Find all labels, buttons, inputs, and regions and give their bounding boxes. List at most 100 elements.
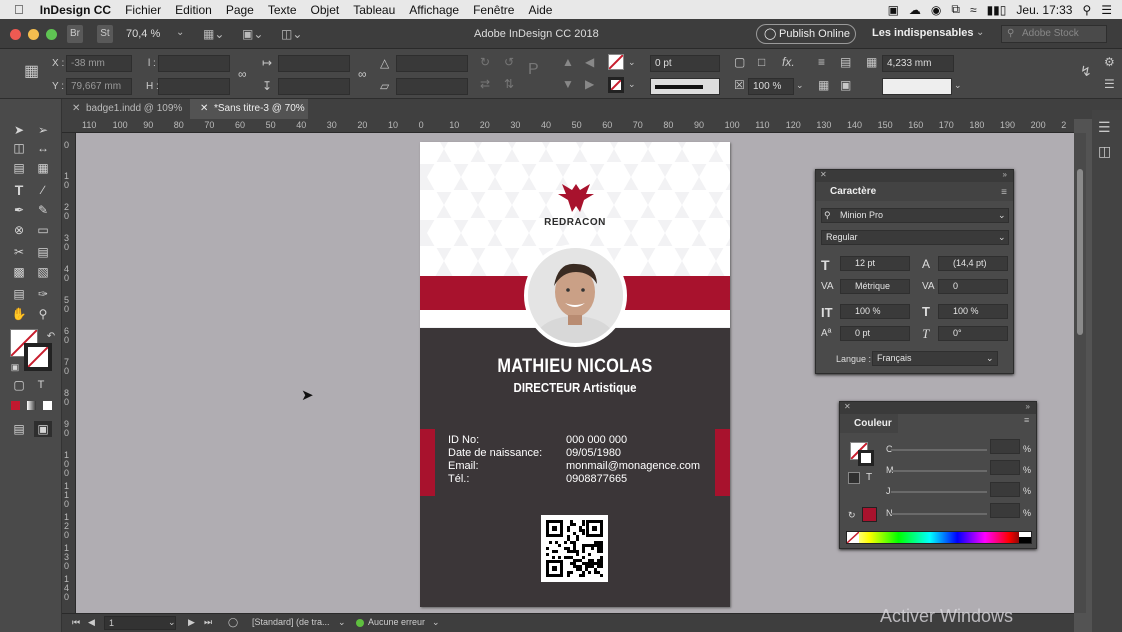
panel-menu-icon[interactable]: ≡ [1001, 183, 1007, 202]
font-family-field[interactable]: Minion Pro [821, 208, 1009, 223]
last-color-icon[interactable]: ↻ [848, 510, 856, 521]
preview-mode-icon[interactable]: ▣ [34, 421, 52, 437]
constrain-scale-icon[interactable]: ∞ [358, 67, 367, 81]
free-transform-tool-icon[interactable]: ▤ [34, 244, 52, 260]
view-options-icon[interactable]: ▣⌄ [242, 27, 263, 41]
shear-field[interactable] [396, 78, 468, 95]
close-window-button[interactable] [10, 29, 21, 40]
menu-app-name[interactable]: InDesign CC [40, 3, 111, 17]
tracking-field[interactable]: 0 [938, 279, 1008, 294]
screen-mode-icon[interactable]: ▦⌄ [203, 27, 224, 41]
flip-v-icon[interactable]: ⇅ [504, 77, 514, 91]
first-page-icon[interactable]: ⏮ [72, 617, 80, 628]
menu-aide[interactable]: Aide [528, 3, 552, 17]
leading-field[interactable]: (14,4 pt) [938, 256, 1008, 271]
scale-x-field[interactable] [278, 55, 350, 72]
gear-icon[interactable]: ⚙ [1104, 55, 1115, 69]
menu-list-icon[interactable]: ☰ [1101, 3, 1112, 17]
shear-icon[interactable]: ▱ [380, 79, 389, 93]
notification-icon[interactable]: ⧉ [951, 2, 960, 17]
gutter-icon[interactable]: ▦ [866, 55, 877, 69]
badge-page[interactable]: REDRACON MATHIEU NICOLAS DIRECTEUR Artis… [420, 142, 730, 607]
zoom-level[interactable]: 70,4 % [126, 28, 160, 40]
flip-p-icon[interactable]: P [528, 62, 539, 78]
kerning-field[interactable]: Métrique [840, 279, 910, 294]
pencil-tool-icon[interactable]: ✎ [34, 202, 52, 218]
language-select[interactable]: Français [872, 351, 998, 366]
gradient-tool-icon[interactable]: ▩ [10, 264, 28, 280]
scroll-thumb[interactable] [1077, 169, 1083, 335]
select-content-icon[interactable]: ▼ [562, 77, 574, 91]
chevron-down-icon[interactable]: ⌄ [628, 77, 636, 91]
scissors-tool-icon[interactable]: ✂ [10, 244, 28, 260]
last-page-icon[interactable]: ⏭ [204, 617, 212, 628]
chevron-down-icon[interactable]: ⌄ [176, 27, 184, 38]
last-used-color-swatch[interactable] [862, 507, 877, 522]
height-field[interactable] [158, 78, 230, 95]
layers-icon[interactable]: ☰ [1098, 120, 1111, 134]
container-formatting-icon[interactable]: ▢ [10, 377, 28, 393]
gutter-field[interactable]: 4,233 mm [882, 55, 954, 72]
fit-content-icon[interactable]: ▦ [818, 78, 829, 92]
flip-h-icon[interactable]: ⇄ [480, 77, 490, 91]
workspace-switcher[interactable]: Les indispensables [872, 27, 973, 39]
menu-fichier[interactable]: Fichier [125, 3, 161, 17]
yellow-slider[interactable] [891, 491, 987, 493]
stroke-type-select[interactable] [650, 78, 720, 95]
reference-point-icon[interactable]: ▦ [24, 64, 39, 80]
chevron-down-icon[interactable]: ⌄ [796, 78, 804, 92]
preflight-status[interactable]: Aucune erreur [368, 617, 425, 627]
preflight-profile[interactable]: [Standard] (de tra... [252, 617, 330, 627]
zoom-tool-icon[interactable]: ⚲ [34, 306, 52, 322]
line-tool-icon[interactable]: ∕ [34, 182, 52, 198]
rotate-ccw-icon[interactable]: ↺ [504, 55, 514, 69]
color-panel-title[interactable]: Couleur [840, 414, 898, 433]
text-formatting-icon[interactable]: T [32, 377, 50, 393]
swap-colors-icon[interactable]: ↶ [42, 329, 60, 345]
opacity-icon[interactable]: ☒ [734, 78, 745, 92]
color-spectrum[interactable] [846, 531, 1032, 544]
close-icon[interactable]: ✕ [844, 402, 851, 411]
black-slider[interactable] [891, 513, 987, 515]
width-field[interactable] [158, 55, 230, 72]
default-colors-icon[interactable]: ▣ [6, 359, 24, 375]
none-color-icon[interactable] [846, 531, 860, 544]
minimize-window-button[interactable] [28, 29, 39, 40]
vertical-scale-field[interactable]: 100 % [840, 304, 910, 319]
chevron-down-icon[interactable]: ⌄ [432, 617, 440, 628]
rotate-cw-icon[interactable]: ↻ [480, 55, 490, 69]
stroke-swatch[interactable] [858, 450, 874, 466]
yellow-field[interactable] [990, 482, 1020, 497]
gap-tool-icon[interactable]: ↔ [34, 140, 52, 156]
content-collector-icon[interactable]: ▤ [10, 160, 28, 176]
center-content-icon[interactable]: ▣ [840, 78, 851, 92]
screen-mirror-icon[interactable]: ▣ [888, 3, 899, 17]
x-field[interactable]: -38 mm [66, 55, 132, 72]
black-swatch[interactable] [1019, 537, 1031, 543]
effects-icon[interactable]: fx. [782, 55, 795, 69]
character-panel-title[interactable]: Caractère ≡ [816, 182, 1013, 201]
select-prev-icon[interactable]: ◀ [585, 55, 594, 69]
stroke-color-swatch[interactable] [24, 343, 52, 371]
search-icon[interactable]: ⚲ [1082, 3, 1091, 17]
chevron-down-icon[interactable]: ⌄ [986, 353, 994, 364]
skew-field[interactable]: 0° [938, 326, 1008, 341]
type-tool-icon[interactable]: T [10, 182, 28, 198]
prev-page-icon[interactable]: ◀ [88, 617, 95, 628]
normal-view-icon[interactable]: ▤ [10, 421, 28, 437]
panel-drag-bar[interactable]: ✕ » [840, 402, 1036, 414]
scale-x-icon[interactable]: ↦ [262, 56, 272, 70]
vertical-scrollbar[interactable] [1074, 133, 1086, 613]
select-next-icon[interactable]: ▶ [585, 77, 594, 91]
select-container-icon[interactable]: ▲ [562, 55, 574, 69]
menu-tableau[interactable]: Tableau [353, 3, 395, 17]
menu-page[interactable]: Page [226, 3, 254, 17]
menu-affichage[interactable]: Affichage [409, 3, 459, 17]
magenta-slider[interactable] [891, 470, 987, 472]
chevron-down-icon[interactable]: ⌄ [954, 78, 962, 92]
text-wrap-icon[interactable]: ▢ [734, 55, 745, 69]
baseline-shift-field[interactable]: 0 pt [840, 326, 910, 341]
rectangle-tool-icon[interactable]: ▭ [34, 222, 52, 238]
frame-icon[interactable]: □ [758, 55, 765, 69]
page-number-field[interactable]: 1 [104, 616, 176, 630]
